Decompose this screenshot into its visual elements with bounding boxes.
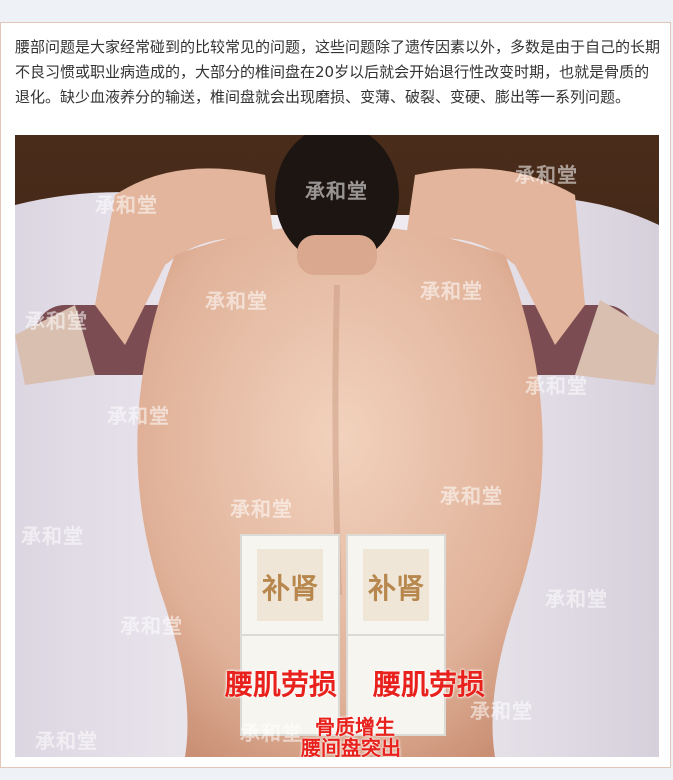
label-lumbar-strain-right: 腰肌劳损 [373, 668, 486, 701]
watermark: 承和堂 [95, 193, 158, 217]
patch-label-right: 补肾 [368, 572, 425, 605]
watermark: 承和堂 [515, 163, 578, 187]
watermark: 承和堂 [107, 404, 170, 428]
label-lumbar-strain-left: 腰肌劳损 [225, 668, 338, 701]
article-card: 腰部问题是大家经常碰到的比较常见的问题，这些问题除了遗传因素以外，多数是由于自己… [0, 22, 671, 768]
watermark: 承和堂 [525, 374, 588, 398]
watermark: 承和堂 [440, 484, 503, 508]
patch-label-left: 补肾 [262, 572, 319, 605]
watermark: 承和堂 [240, 721, 303, 745]
watermark: 承和堂 [420, 279, 483, 303]
watermark: 承和堂 [305, 179, 368, 203]
watermark: 承和堂 [21, 524, 84, 548]
article-paragraph: 腰部问题是大家经常碰到的比较常见的问题，这些问题除了遗传因素以外，多数是由于自己… [15, 38, 661, 106]
back-massage-photo: 承和堂 承和堂 承和堂 承和堂 承和堂 承和堂 承和堂 承和堂 承和堂 承和堂 … [15, 135, 659, 757]
watermark: 承和堂 [230, 497, 293, 521]
watermark: 承和堂 [120, 614, 183, 638]
watermark: 承和堂 [205, 289, 268, 313]
label-disc-herniation: 腰间盘突出 [301, 736, 401, 757]
watermark: 承和堂 [35, 729, 98, 753]
watermark: 承和堂 [25, 309, 88, 333]
watermark: 承和堂 [545, 587, 608, 611]
